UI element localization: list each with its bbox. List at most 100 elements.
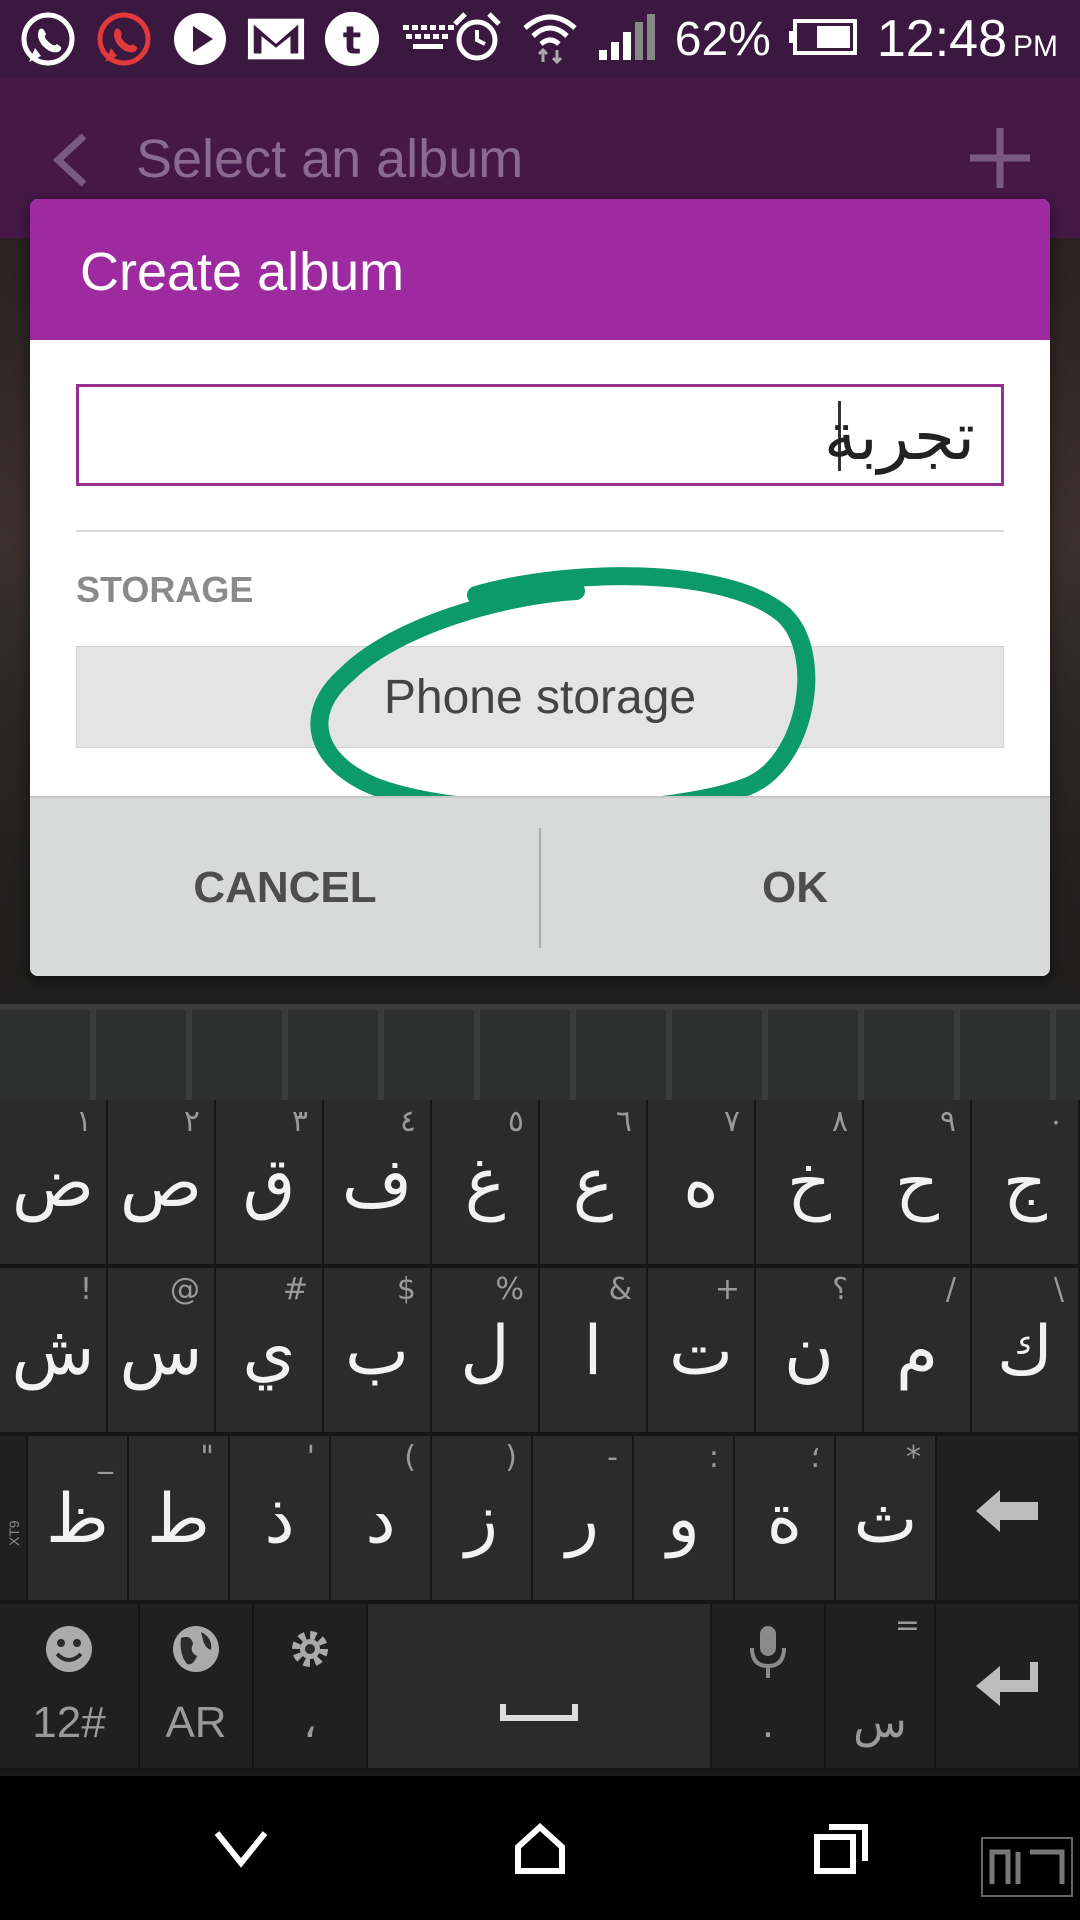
- enter-icon: [936, 1660, 1078, 1712]
- keyboard-key[interactable]: ) ز: [432, 1436, 533, 1602]
- keyboard-key[interactable]: ٥غ: [432, 1100, 540, 1266]
- status-bar: t 62% 12:48 PM: [0, 0, 1080, 78]
- keyboard-key[interactable]: % ل: [432, 1268, 540, 1434]
- storage-label: STORAGE: [76, 569, 254, 610]
- keyboard-key[interactable]: ! ش: [0, 1268, 108, 1434]
- clock-time: 12:48: [876, 10, 1007, 68]
- keyboard-row-4: 12# AR ، . = س: [0, 1604, 1080, 1772]
- space-key[interactable]: [368, 1604, 712, 1770]
- recent-apps-icon[interactable]: [796, 1804, 886, 1894]
- album-name-value: تجربة: [823, 398, 975, 475]
- tumblr-icon: t: [322, 9, 382, 69]
- xt9-strip: XT9: [0, 1436, 28, 1602]
- key-label: ث: [853, 1480, 918, 1559]
- keyboard-key[interactable]: \ ك: [972, 1268, 1080, 1434]
- keyboard-key[interactable]: -ر: [533, 1436, 634, 1602]
- notification-icons: t: [18, 8, 458, 70]
- keyboard-key[interactable]: (د: [331, 1436, 432, 1602]
- keyboard-icon: [398, 9, 458, 69]
- keyboard-key[interactable]: ' ذ: [230, 1436, 331, 1602]
- voice-period-key[interactable]: .: [712, 1604, 826, 1770]
- storage-value: Phone storage: [383, 670, 697, 724]
- key-label: ط: [147, 1480, 210, 1559]
- keyboard-row-2: ! ش @ س # ي $ ب% ل & ا + ت ؟ ن / م \ ك: [0, 1268, 1080, 1436]
- album-name-input[interactable]: تجربة: [76, 384, 1004, 486]
- keyboard-key[interactable]: ٢ص: [108, 1100, 216, 1266]
- backspace-key[interactable]: [936, 1436, 1080, 1602]
- symbols-key[interactable]: 12#: [0, 1604, 140, 1770]
- key-label: ب: [344, 1312, 409, 1391]
- hide-keyboard-icon[interactable]: [196, 1804, 286, 1894]
- keyboard-key[interactable]: $ ب: [324, 1268, 432, 1434]
- enter-key[interactable]: [936, 1604, 1080, 1770]
- battery-percent: 62%: [674, 12, 771, 66]
- key-label: ر: [566, 1480, 599, 1559]
- back-icon[interactable]: [46, 130, 96, 190]
- keyboard-key[interactable]: :و: [634, 1436, 735, 1602]
- xt9-label: XT9: [6, 1520, 22, 1546]
- microphone-icon: [712, 1624, 824, 1680]
- keyboard-key[interactable]: # ي: [216, 1268, 324, 1434]
- app-bar-title: Select an album: [136, 129, 524, 189]
- dialog-title: Create album: [80, 242, 405, 302]
- language-key[interactable]: AR: [140, 1604, 254, 1770]
- keyboard-key[interactable]: ٣ق: [216, 1100, 324, 1266]
- keyboard-key[interactable]: ٨خ: [756, 1100, 864, 1266]
- navigation-bar: [0, 1776, 1080, 1920]
- keyboard-key[interactable]: * ث: [836, 1436, 937, 1602]
- clock: 12:48 PM: [877, 9, 1058, 69]
- gear-icon: [254, 1624, 366, 1674]
- key-label: ذ: [264, 1480, 295, 1559]
- keyboard-key[interactable]: ٤ف: [324, 1100, 432, 1266]
- whatsapp-icon: [18, 9, 78, 69]
- cancel-button[interactable]: CANCEL: [30, 798, 540, 976]
- battery-icon: [788, 17, 859, 62]
- keyboard-row-3: XT9 _ ظ " ط ' ذ(د) ز - ر: و ؛ ة * ث: [0, 1436, 1080, 1604]
- keyboard-key[interactable]: _ ظ: [28, 1436, 129, 1602]
- keyboard-key[interactable]: ٦ع: [540, 1100, 648, 1266]
- keyboard-key[interactable]: + ت: [648, 1268, 756, 1434]
- keyboard-key[interactable]: ٧ه: [648, 1100, 756, 1266]
- storage-select[interactable]: Phone storage: [76, 646, 1004, 748]
- key-label: د: [365, 1480, 396, 1559]
- backspace-icon: [936, 1488, 1078, 1534]
- keyboard-key[interactable]: ٩ح: [864, 1100, 972, 1266]
- keyboard-key[interactable]: ٠ج: [972, 1100, 1080, 1266]
- comma-label: ،: [302, 1698, 318, 1747]
- sub-key[interactable]: = س: [826, 1604, 936, 1770]
- key-label: ف: [341, 1144, 413, 1223]
- home-icon[interactable]: [495, 1804, 585, 1894]
- key-label: ز: [465, 1480, 498, 1559]
- keyboard-key[interactable]: & ا: [540, 1268, 648, 1434]
- key-label: ت: [668, 1312, 733, 1391]
- key-label: ه: [683, 1144, 719, 1223]
- keyboard-key[interactable]: ؟ ن: [756, 1268, 864, 1434]
- key-label: ج: [1003, 1144, 1047, 1223]
- emoji-icon: [0, 1624, 138, 1674]
- key-label: ي: [242, 1312, 296, 1391]
- keyboard-key[interactable]: " ط: [129, 1436, 230, 1602]
- key-label: ق: [242, 1144, 296, 1223]
- settings-comma-key[interactable]: ،: [254, 1604, 368, 1770]
- dialog-actions: CANCEL OK: [30, 796, 1050, 976]
- system-status: 62% 12:48 PM: [451, 6, 1058, 72]
- keyboard-row-1: ١ض٢ص٣ق٤ف٥غ٦ع٧ه٨خ٩ح٠ج: [0, 1100, 1080, 1268]
- key-label: ن: [784, 1312, 834, 1391]
- alarm-icon: [451, 10, 503, 69]
- watermark-logo: [978, 1834, 1076, 1916]
- wifi-icon: [521, 10, 579, 69]
- keyboard-key[interactable]: @ س: [108, 1268, 216, 1434]
- whatsapp-red-icon: [94, 9, 154, 69]
- space-icon: [368, 1700, 710, 1724]
- keyboard-key[interactable]: / م: [864, 1268, 972, 1434]
- key-label: ظ: [46, 1480, 109, 1559]
- keyboard-key[interactable]: ؛ ة: [735, 1436, 836, 1602]
- key-label: خ: [787, 1144, 831, 1223]
- key-label: ض: [11, 1144, 95, 1223]
- ok-button[interactable]: OK: [540, 798, 1050, 976]
- key-label: س: [119, 1312, 203, 1391]
- add-icon[interactable]: [966, 124, 1034, 192]
- play-icon: [170, 9, 230, 69]
- key-label: ل: [460, 1312, 510, 1391]
- keyboard-key[interactable]: ١ض: [0, 1100, 108, 1266]
